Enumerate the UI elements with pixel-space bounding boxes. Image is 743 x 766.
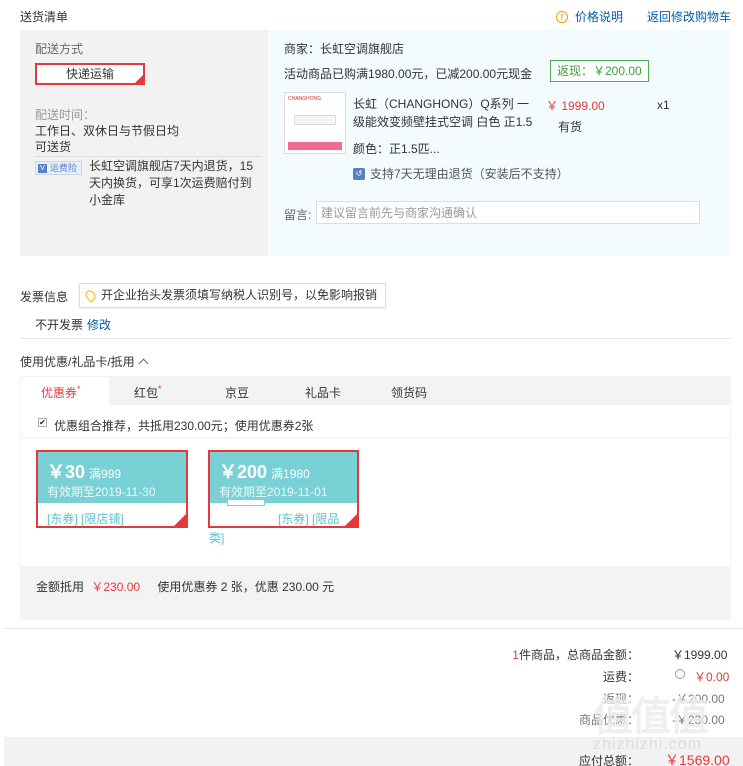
shipping-method-label: 配送方式: [35, 42, 84, 56]
item-count: 1: [512, 648, 519, 662]
product-discount-value: -￥230.00: [672, 713, 725, 727]
shipping-method-value: 快递运输: [65, 67, 114, 81]
return-icon: ↺: [353, 167, 365, 180]
items-total-value: ￥1999.00: [672, 648, 728, 662]
product-image-brand: CHANGHONG: [288, 96, 322, 102]
promo-text: 活动商品已购满1980.00元，已减200.00元现金: [284, 67, 533, 81]
combo-checkbox[interactable]: ✔: [38, 418, 47, 427]
invoice-edit-link[interactable]: 修改: [87, 316, 111, 333]
shipping-fee-value: ￥0.00: [694, 670, 730, 684]
divider: [20, 338, 731, 339]
product-quantity: x1: [657, 98, 670, 112]
coupon-validity: 有效期至2019-11-30: [47, 485, 156, 499]
divider: [4, 628, 743, 629]
cashback-label: 返现：: [602, 692, 639, 706]
merchant-name: 商家：长虹空调旗舰店: [284, 42, 405, 56]
tab-label: 京豆: [225, 386, 250, 400]
summary-text: 使用优惠券 2 张，优惠 230.00 元: [157, 580, 335, 594]
invoice-tip: 开企业抬头发票须填写纳税人识别号，以免影响报销: [79, 283, 387, 308]
product-image-banner: [288, 142, 342, 150]
divider: [35, 156, 261, 157]
coupon-amount: ￥200 满1980: [219, 458, 310, 484]
cashback-value: -￥200.00: [672, 692, 725, 706]
section-title: 送货清单: [20, 10, 69, 24]
coupon-card[interactable]: ￥200 满1980 有效期至2019-11-01 [东券] [限品: [208, 450, 359, 528]
return-policy: ↺ 支持7天无理由退货（安装后不支持）: [353, 165, 569, 182]
selected-corner-icon: [345, 514, 357, 526]
coupon-amount-value: ￥30: [47, 462, 86, 482]
price-note-label: 价格说明: [575, 10, 624, 24]
coupon-validity: 有效期至2019-11-01: [219, 485, 328, 499]
tab-label: 红包: [134, 386, 159, 400]
product-color: 颜色：正1.5匹...: [353, 142, 440, 156]
price-note-link[interactable]: ! 价格说明: [556, 8, 623, 25]
delivery-time-label: 配送时间：: [35, 108, 96, 122]
coupon-card-header: ￥30 满999 有效期至2019-11-30: [38, 452, 186, 503]
selected-corner-icon: [135, 75, 143, 83]
insurance-text: 长虹空调旗舰店7天内退货，15天内换货，可享1次运费赔付到小金库: [89, 159, 254, 207]
coupon-condition: 满1980: [271, 467, 310, 481]
chevron-up-icon: [138, 358, 149, 369]
tab-gift-card[interactable]: 礼品卡: [305, 384, 341, 401]
invoice-tip-text: 开企业抬头发票须填写纳税人识别号，以免影响报销: [101, 288, 378, 302]
coupon-amount: ￥30 满999: [47, 458, 121, 484]
coupon-card[interactable]: ￥30 满999 有效期至2019-11-30 [东券] [限店铺]: [36, 450, 188, 528]
info-icon: !: [556, 10, 568, 23]
back-to-cart-link[interactable]: 返回修改购物车: [647, 8, 731, 25]
coupon-tooltip-stub: [227, 500, 265, 506]
invoice-label: 发票信息: [20, 290, 69, 304]
delivery-time-line: 工作日、双休日与节假日均: [35, 124, 180, 138]
coupon-scope-overflow: 类]: [209, 531, 225, 545]
tab-jingdou[interactable]: 京豆: [225, 384, 249, 401]
items-total-label: 1件商品，总商品金额：: [512, 646, 639, 663]
product-discount-label: 商品优惠：: [578, 713, 639, 727]
product-price: ￥ 1999.00: [546, 99, 605, 113]
coupon-summary: 金额抵用 ￥230.00 使用优惠券 2 张，优惠 230.00 元: [36, 578, 334, 595]
location-pin-icon: [83, 288, 98, 303]
selected-corner-icon: [174, 514, 186, 526]
tab-coupons[interactable]: 优惠券*: [41, 384, 81, 401]
tab-star: *: [158, 384, 162, 394]
tab-label: 领货码: [391, 386, 428, 400]
message-label: 留言:: [284, 208, 312, 222]
coupon-section-toggle[interactable]: 使用优惠/礼品卡/抵用: [20, 353, 149, 370]
items-label: 件商品，总商品金额：: [518, 648, 639, 662]
shipping-method-button[interactable]: 快递运输: [35, 63, 145, 85]
cashback-badge: 返现：￥200.00: [550, 60, 649, 82]
payable-total-value: ￥1569.00: [665, 752, 730, 766]
insurance-icon: V: [38, 163, 47, 173]
tab-label: 优惠券: [41, 386, 78, 400]
stock-status: 有货: [558, 120, 583, 134]
message-input[interactable]: [316, 201, 700, 224]
combo-recommend-text: 优惠组合推荐，共抵用230.00元；使用优惠券2张: [54, 419, 314, 433]
coupon-card-header: ￥200 满1980 有效期至2019-11-01: [210, 452, 357, 503]
return-policy-text: 支持7天无理由退货（安装后不支持）: [370, 167, 569, 181]
shipping-fee-label: 运费：: [602, 670, 639, 684]
coupon-section-title: 使用优惠/礼品卡/抵用: [20, 355, 135, 369]
invoice-status: 不开发票: [35, 318, 84, 332]
tab-redeem-code[interactable]: 领货码: [391, 384, 427, 401]
insurance-badge-label: 运费险: [50, 163, 78, 173]
tab-star: *: [77, 384, 81, 394]
coupon-scope: [东券] [限品: [278, 512, 340, 526]
coupon-tabs: [20, 376, 731, 405]
product-name-link[interactable]: 长虹（CHANGHONG）Q系列 一级能效变频壁挂式空调 白色 正1.5: [353, 95, 538, 131]
summary-amount: ￥230.00: [91, 580, 141, 594]
tab-red-packet[interactable]: 红包*: [134, 384, 162, 401]
coupon-scope: [东券] [限店铺]: [47, 512, 124, 526]
product-image[interactable]: CHANGHONG: [284, 92, 346, 154]
shipping-insurance-badge: V 运费险: [35, 161, 83, 175]
tab-label: 礼品卡: [305, 386, 342, 400]
clock-icon[interactable]: [675, 669, 685, 679]
payable-total-label: 应付总额：: [578, 754, 639, 766]
coupon-amount-value: ￥200: [219, 462, 268, 482]
delivery-time-line: 可送货: [35, 140, 72, 154]
coupon-condition: 满999: [89, 467, 122, 481]
summary-label: 金额抵用: [36, 580, 85, 594]
air-conditioner-graphic: [294, 115, 336, 125]
